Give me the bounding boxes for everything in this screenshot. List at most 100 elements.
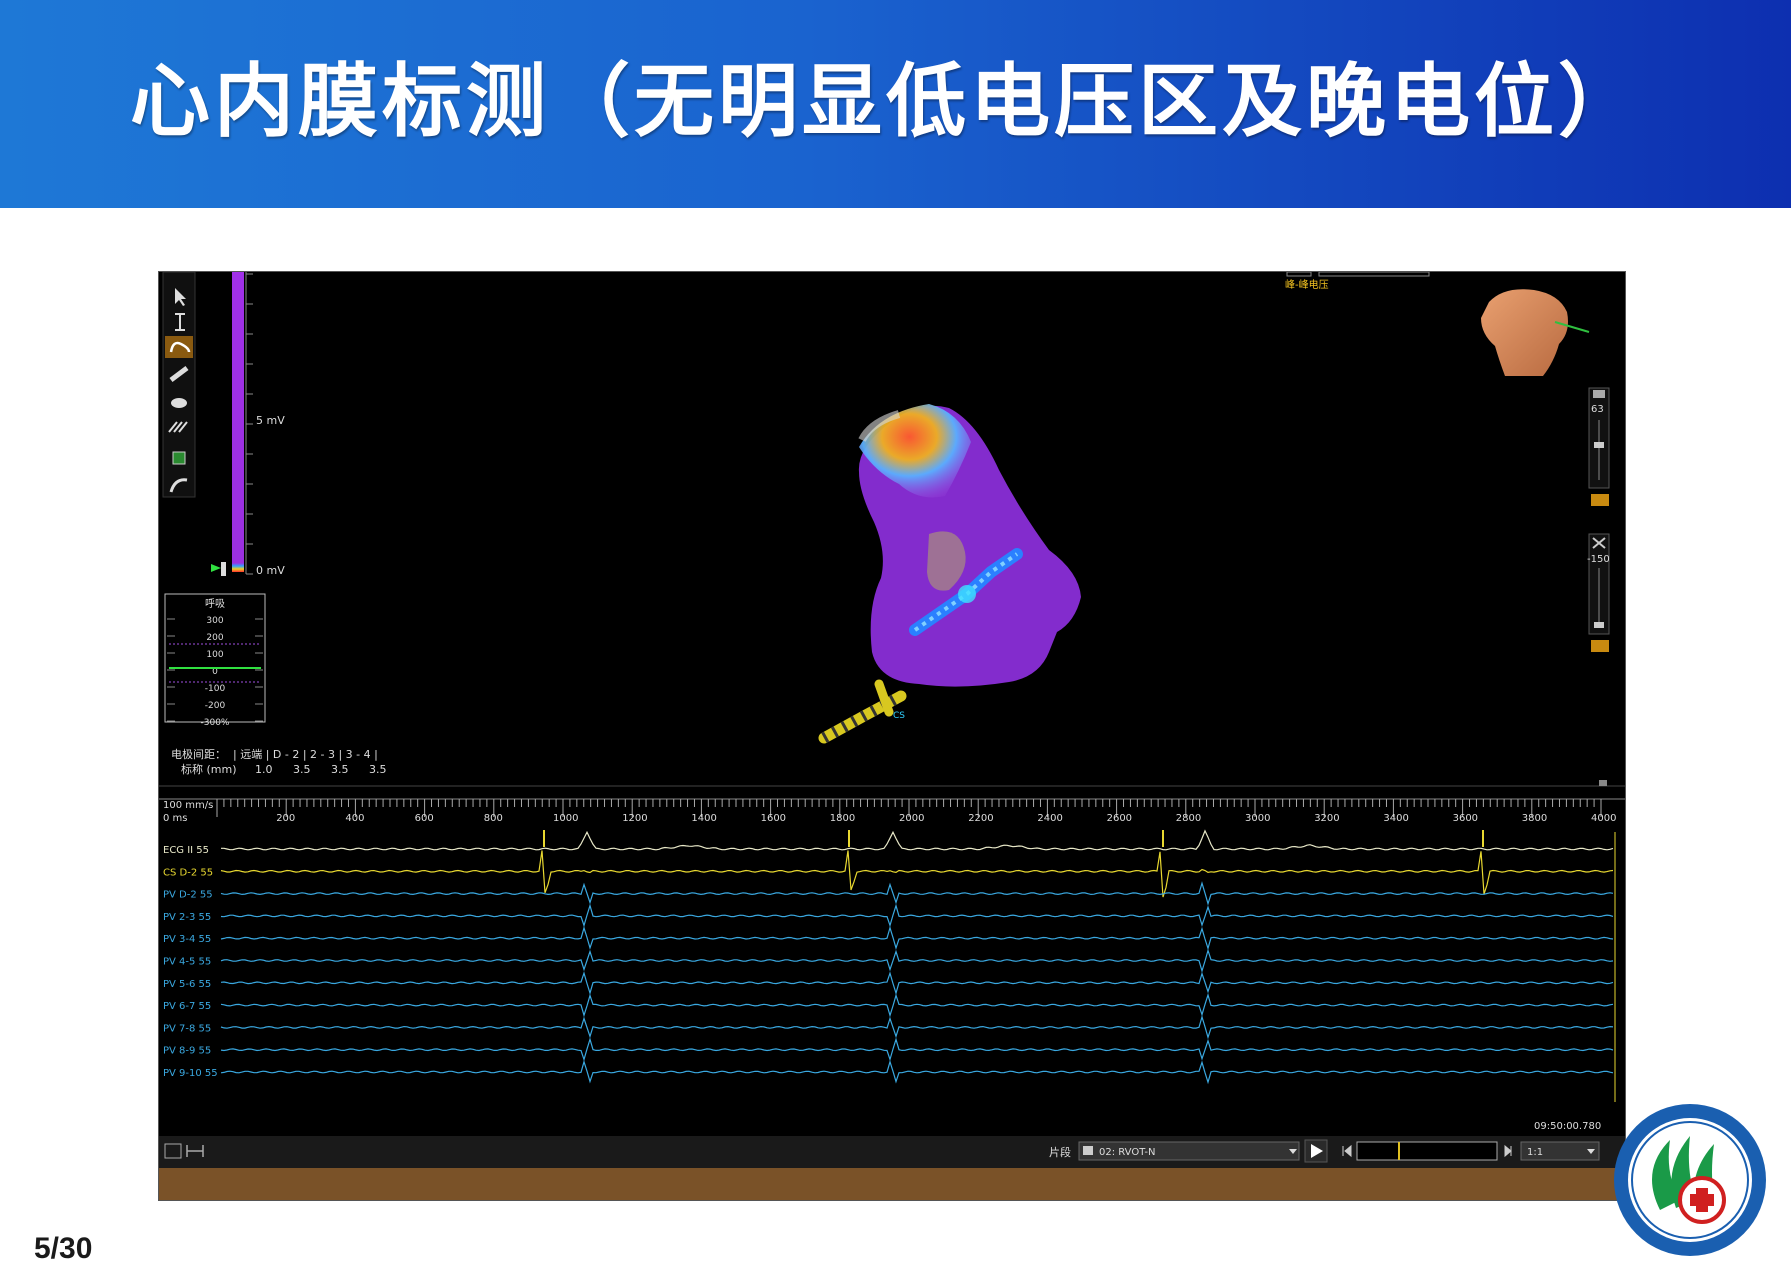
channel-row: PV 7-8 55 bbox=[163, 1014, 1614, 1040]
time-tick-label: 1600 bbox=[761, 813, 786, 824]
cs-catheter: CS bbox=[818, 679, 907, 744]
respiration-tick-label: -100 bbox=[205, 684, 226, 694]
channel-row: PV 8-9 55 bbox=[163, 1037, 1614, 1062]
top-right-controls: 峰-峰电压 63 -150 bbox=[1285, 272, 1610, 652]
lower-threshold-slider[interactable] bbox=[211, 564, 221, 572]
cs-label: CS bbox=[893, 711, 905, 721]
scale-bottom-label: 0 mV bbox=[256, 564, 285, 577]
title-banner: 心内膜标测（无明显低电压区及晚电位） bbox=[0, 0, 1791, 208]
channel-trace bbox=[220, 948, 1614, 973]
time-tick-label: 3200 bbox=[1314, 813, 1339, 824]
time-tick-label: 1000 bbox=[553, 813, 578, 824]
clip-handle[interactable] bbox=[1594, 622, 1604, 628]
spacing-value-d2: 3.5 bbox=[293, 763, 311, 776]
channel-label: PV 2-3 55 bbox=[163, 912, 211, 923]
spacing-value-distal: 1.0 bbox=[255, 763, 273, 776]
segment-label: 片段 bbox=[1049, 1145, 1071, 1159]
clip-lock-button[interactable] bbox=[1591, 640, 1609, 652]
heart-voltage-map[interactable] bbox=[858, 404, 1081, 687]
channel-trace bbox=[220, 925, 1614, 951]
channel-row: PV 5-6 55 bbox=[163, 971, 1614, 996]
respiration-tick-label: 300 bbox=[206, 616, 223, 626]
channel-label: CS D-2 55 bbox=[163, 867, 213, 878]
electrode-spacing-header: 电极间距： | 远端 | D - 2 | 2 - 3 | 3 - 4 | bbox=[171, 747, 378, 761]
channel-label: PV 9-10 55 bbox=[163, 1068, 218, 1079]
channel-trace bbox=[220, 1014, 1614, 1040]
channel-row: PV 4-5 55 bbox=[163, 948, 1614, 973]
channel-label: ECG II 55 bbox=[163, 845, 209, 856]
channel-trace bbox=[221, 829, 1614, 851]
respiration-panel: 呼吸 3002001000-100-200-300% bbox=[164, 593, 266, 728]
timestamp: 09:50:00.780 bbox=[1534, 1121, 1601, 1132]
panel-footer bbox=[159, 1168, 1625, 1200]
hospital-logo bbox=[1614, 1104, 1766, 1256]
channel-row: PV 2-3 55 bbox=[163, 903, 1614, 928]
torso-orientation-icon[interactable] bbox=[1481, 289, 1590, 376]
time-tick-label: 800 bbox=[484, 813, 503, 824]
channel-label: PV 4-5 55 bbox=[163, 957, 211, 968]
left-toolbar bbox=[162, 272, 196, 498]
time-tick-label: 600 bbox=[415, 813, 434, 824]
sweep-speed: 100 mm/s bbox=[163, 800, 213, 811]
zoom-lock-button[interactable] bbox=[1591, 494, 1609, 506]
channel-row: ECG II 55 bbox=[163, 829, 1614, 856]
channel-trace bbox=[220, 971, 1614, 996]
timeline-ruler: 100 mm/s 0 ms 200 400 600 800 1000 1200 1400 16… bbox=[159, 798, 1625, 824]
zoom-value: 63 bbox=[1591, 404, 1604, 415]
page-number: 5/30 bbox=[34, 1232, 93, 1265]
layer-tool-icon[interactable] bbox=[172, 451, 186, 465]
ep-mapping-screenshot: 5 mV 0 mV 呼吸 300 200 100 0 -100 -200 -300% 电极间… bbox=[158, 271, 1626, 1201]
electrode-spacing: 电极间距： | 远端 | D - 2 | 2 - 3 | 3 - 4 | 标称 … bbox=[171, 747, 387, 776]
time-tick-label: 3800 bbox=[1522, 813, 1547, 824]
channel-trace bbox=[220, 1059, 1614, 1085]
channel-label: PV 3-4 55 bbox=[163, 934, 211, 945]
segment-icon bbox=[1083, 1146, 1093, 1155]
threshold-handle[interactable] bbox=[221, 562, 226, 576]
voltage-scale: 5 mV 0 mV bbox=[211, 272, 285, 577]
egm-channels: ECG II 55 CS D-2 55 PV D-2 55 PV 2-3 55 PV 3… bbox=[163, 829, 1616, 1102]
segment-value: 02: RVOT-N bbox=[1099, 1147, 1156, 1158]
slide: 心内膜标测（无明显低电压区及晚电位） 5 mV 0 mV 呼吸 300 200 … bbox=[0, 0, 1791, 1281]
respiration-tick-label: 100 bbox=[206, 650, 223, 660]
clip-value: -150 bbox=[1587, 554, 1610, 565]
channel-trace bbox=[220, 881, 1614, 906]
spacing-value-34: 3.5 bbox=[369, 763, 387, 776]
scale-top-label: 5 mV bbox=[256, 414, 285, 427]
channel-label: PV 7-8 55 bbox=[163, 1023, 211, 1034]
channel-trace bbox=[220, 1037, 1614, 1062]
time-start: 0 ms bbox=[163, 813, 188, 824]
zoom-icon bbox=[1593, 390, 1605, 398]
channel-label: PV 8-9 55 bbox=[163, 1046, 211, 1057]
channel-row: PV 9-10 55 bbox=[163, 1059, 1614, 1085]
time-tick-label: 2000 bbox=[899, 813, 924, 824]
time-tick-label: 2800 bbox=[1176, 813, 1201, 824]
playback-scrubber[interactable] bbox=[1356, 1141, 1498, 1161]
channel-row: PV 6-7 55 bbox=[163, 992, 1614, 1018]
respiration-title: 呼吸 bbox=[205, 598, 225, 610]
slide-title: 心内膜标测（无明显低电压区及晚电位） bbox=[130, 55, 1642, 148]
voltage-color-bar bbox=[232, 272, 244, 572]
time-tick-label: 4000 bbox=[1591, 813, 1616, 824]
time-tick-label: 2200 bbox=[968, 813, 993, 824]
speed-ratio: 1:1 bbox=[1527, 1147, 1543, 1158]
time-tick-label: 1800 bbox=[830, 813, 855, 824]
ellipse-tool-icon[interactable] bbox=[171, 398, 187, 408]
respiration-tick-label: -200 bbox=[205, 701, 226, 711]
time-tick-label: 1200 bbox=[622, 813, 647, 824]
peak-voltage-label: 峰-峰电压 bbox=[1285, 278, 1329, 291]
channel-label: PV 6-7 55 bbox=[163, 1001, 211, 1012]
channel-trace bbox=[220, 903, 1614, 928]
channel-row: PV D-2 55 bbox=[163, 881, 1614, 906]
time-tick-label: 3600 bbox=[1453, 813, 1478, 824]
respiration-tick-label: 200 bbox=[206, 633, 223, 643]
time-tick-label: 200 bbox=[276, 813, 295, 824]
channel-trace bbox=[220, 850, 1614, 898]
zoom-handle[interactable] bbox=[1594, 442, 1604, 448]
spacing-value-23: 3.5 bbox=[331, 763, 349, 776]
channel-trace bbox=[220, 992, 1614, 1018]
time-tick-label: 1400 bbox=[691, 813, 716, 824]
time-tick-label: 2400 bbox=[1037, 813, 1062, 824]
channel-label: PV 5-6 55 bbox=[163, 979, 211, 990]
ep-system-canvas: 5 mV 0 mV 呼吸 300 200 1000 -100 -200 -300% 电极间… bbox=[159, 272, 1625, 1200]
playback-bar: 片段 02: RVOT-N 1:1 bbox=[159, 1136, 1625, 1168]
